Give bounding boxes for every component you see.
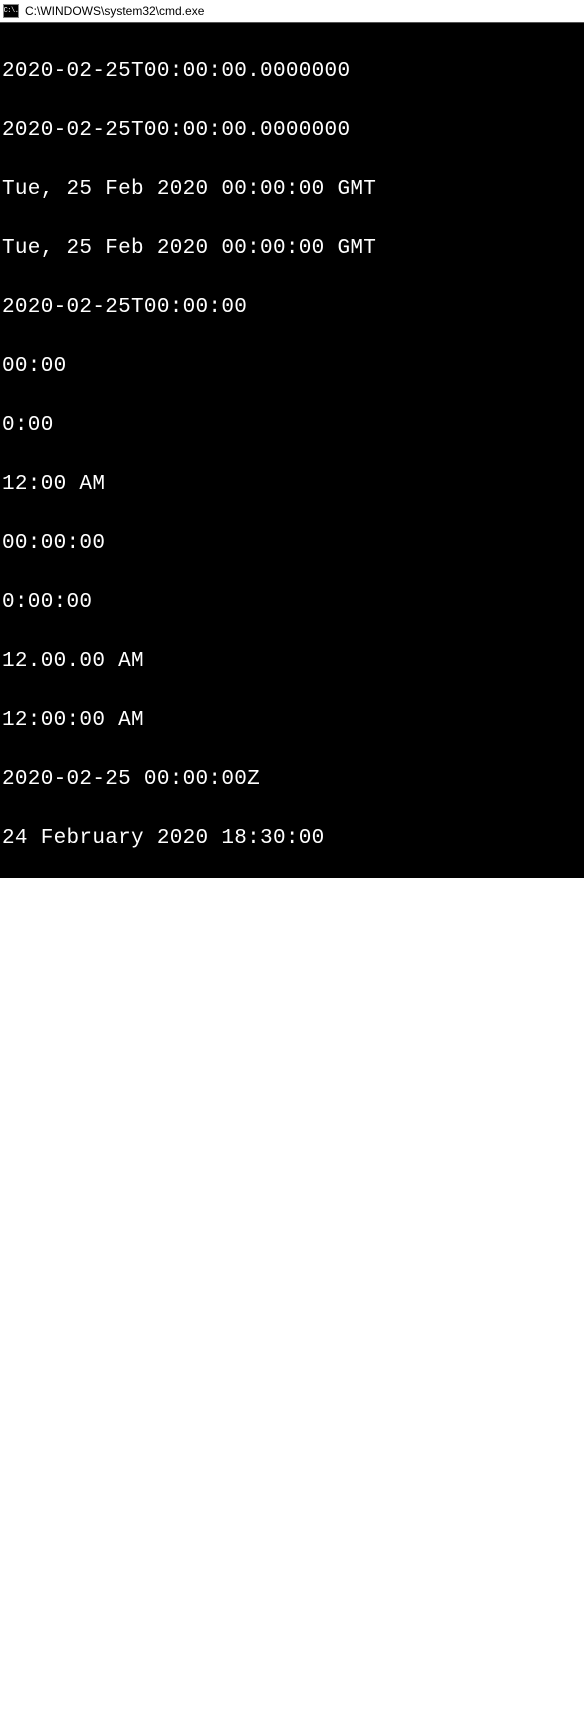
output-line: 0:00:00 xyxy=(2,588,582,618)
output-line: 12.00.00 AM xyxy=(2,647,582,677)
output-line: 24 February 2020 18:30:00 xyxy=(2,1060,582,1090)
output-line: 24 February 2020 18:30:00 xyxy=(2,1119,582,1149)
output-line: 24 February 2020 06:30:00 PM xyxy=(2,1001,582,1031)
cmd-icon-text: C:\. xyxy=(4,7,19,15)
window-title: C:\WINDOWS\system32\cmd.exe xyxy=(25,4,204,18)
output-line: Monday, 24 February, 2020 6.30.00 PM xyxy=(2,1414,582,1444)
output-line: 2020-02-25T00:00:00 xyxy=(2,293,582,323)
output-line: Tue, 25 Feb 2020 00:00:00 GMT xyxy=(2,175,582,205)
prompt-line: Press any key to continue . . . xyxy=(2,1650,582,1680)
output-line: 24 February 2020 6.30.00 PM xyxy=(2,1178,582,1208)
output-line: 00:00:00 xyxy=(2,529,582,559)
output-line: 12:00 AM xyxy=(2,470,582,500)
output-line: 24 February 2020 18:30:00 xyxy=(2,824,582,854)
output-line: Monday, 24 February, 2020 06:30:00 PM xyxy=(2,1473,582,1503)
window-titlebar: C:\. C:\WINDOWS\system32\cmd.exe xyxy=(0,0,584,23)
output-line: 12:00:00 AM xyxy=(2,706,582,736)
output-line: 00:00 xyxy=(2,352,582,382)
output-line: 24 February 2020 6.30.00 PM xyxy=(2,942,582,972)
cmd-icon: C:\. xyxy=(3,4,19,18)
output-line: Monday, 24 February, 2020 18:30:00 xyxy=(2,1355,582,1385)
output-line: Monday, 24 February, 2020 18:30:00 xyxy=(2,1296,582,1326)
output-line: 2020-02-25T00:00:00.0000000 xyxy=(2,116,582,146)
output-line: 2020-02-25T00:00:00.0000000 xyxy=(2,57,582,87)
output-line: Tue, 25 Feb 2020 00:00:00 GMT xyxy=(2,234,582,264)
output-line: 2020-02-25 00:00:00Z xyxy=(2,765,582,795)
output-line: 24 February 2020 06:30:00 PM xyxy=(2,1237,582,1267)
console-output[interactable]: 2020-02-25T00:00:00.0000000 2020-02-25T0… xyxy=(0,23,584,878)
output-line: February, 2020 xyxy=(2,1532,582,1562)
output-line: 24 February 2020 18:30:00 xyxy=(2,883,582,913)
output-line: 0:00 xyxy=(2,411,582,441)
output-line: February, 2020 xyxy=(2,1591,582,1621)
